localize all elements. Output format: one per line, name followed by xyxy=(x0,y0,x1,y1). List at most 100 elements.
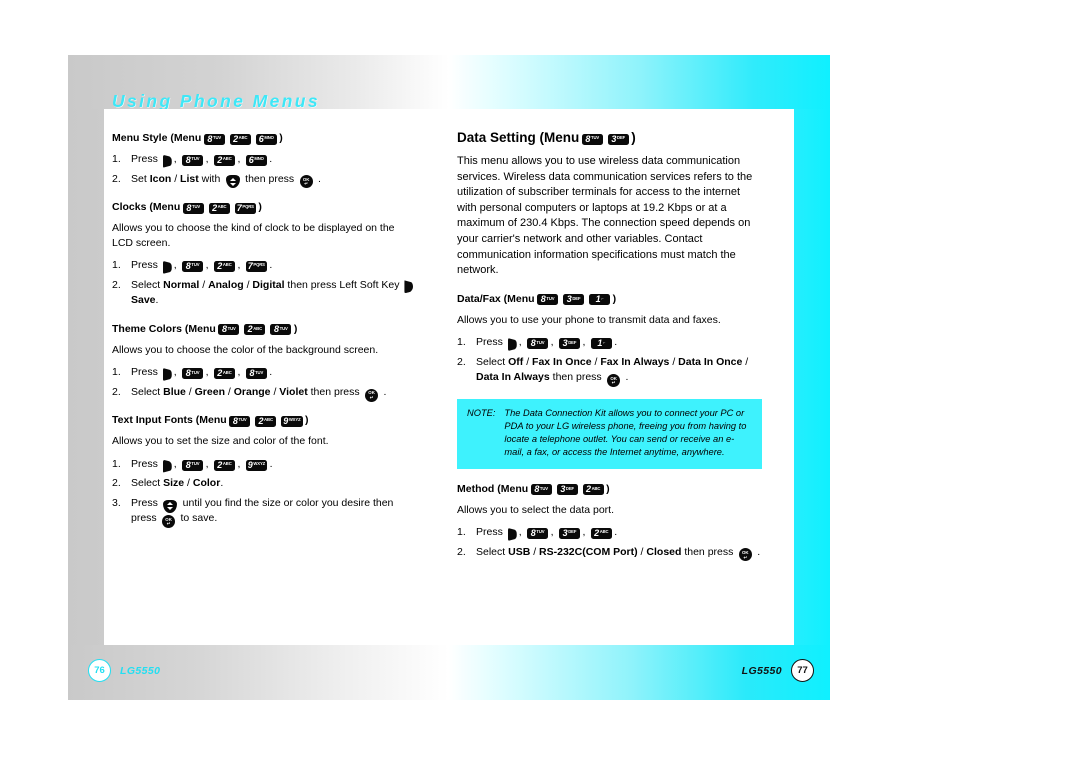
left-soft-key-icon xyxy=(162,260,172,274)
option-label: Digital xyxy=(252,278,285,291)
keypad-key-8-icon: 8 TUV xyxy=(203,133,225,145)
keypad-key-8-icon: 8 TUV xyxy=(530,484,552,496)
step-item: 1. Press , 8 TUV, 2 ABC, 6 MNO. xyxy=(112,152,417,168)
section-title-text-input-fonts: Text Input Fonts (Menu 8 TUV 2 ABC 9 WXYZ) xyxy=(112,414,309,427)
note-box: NOTE: The Data Connection Kit allows you … xyxy=(457,398,762,469)
step-text: Select Off / Fax In Once / Fax In Always… xyxy=(476,355,749,388)
keypad-key-3-icon: 3 DEF xyxy=(556,484,578,496)
step-number: 1. xyxy=(112,457,121,470)
step-number: 2. xyxy=(457,355,466,368)
keypad-key-8-icon: 8 TUV xyxy=(218,324,240,336)
step-text: Press , 8 TUV, 3 DEF, 2 ABC. xyxy=(476,525,762,541)
keypad-key-2-icon: 2 ABC xyxy=(229,133,251,145)
section-text-input-fonts: Text Input Fonts (Menu 8 TUV 2 ABC 9 WXYZ) All… xyxy=(112,413,417,529)
keypad-key-8-icon: 8 TUV xyxy=(182,202,204,214)
page-left-content-area: Menu Style (Menu 8 TUV 2 ABC 6 MNO) 1. Press , … xyxy=(104,109,449,645)
keypad-key-1-icon: 1 ⌐ xyxy=(589,294,611,306)
keypad-key-2-icon: 2 ABC xyxy=(213,368,235,379)
step-item: 1. Press , 8 TUV, 2 ABC, 9 WXYZ. xyxy=(112,457,417,473)
section-body-text-input-fonts: Allows you to set the size and color of … xyxy=(112,435,329,448)
step-text: Select Blue / Green / Orange / Violet th… xyxy=(131,385,387,402)
keypad-key-2-icon: 2 ABC xyxy=(582,484,604,496)
keypad-key-8-icon: 8 TUV xyxy=(182,459,204,471)
keypad-key-2-icon: 2 ABC xyxy=(213,459,235,471)
section-body-data-setting: This menu allows you to use wireless dat… xyxy=(457,155,753,277)
step-text: Press , 8 TUV, 2 ABC, 7 PQRS. xyxy=(131,258,417,274)
note-label: NOTE: xyxy=(467,407,496,418)
left-soft-key-icon xyxy=(507,338,517,352)
option-label: Fax In Once xyxy=(532,355,592,368)
page-right-content-area: Data Setting (Menu 8 TUV 3 DEF) This menu al… xyxy=(449,109,794,645)
option-label: Analog xyxy=(208,278,244,291)
left-soft-key-icon xyxy=(404,280,414,294)
section-title-clocks: Clocks (Menu 8 TUV 2 ABC 7 PQRS) xyxy=(112,201,262,214)
footer-right: LG5550 77 xyxy=(449,645,830,700)
option-label: Blue xyxy=(163,385,186,398)
step-number: 2. xyxy=(112,477,121,490)
step-item: 1. Press , 8 TUV, 2 ABC, 8 TUV. xyxy=(112,365,417,381)
ok-key-icon: OK ↵ xyxy=(162,515,176,529)
keypad-key-2-icon: 2 ABC xyxy=(244,324,266,336)
section-theme-colors: Theme Colors (Menu 8 TUV 2 ABC 8 TUV) Allows y… xyxy=(112,322,417,402)
header-band-right xyxy=(449,55,830,109)
keypad-key-2-icon: 2 ABC xyxy=(213,154,235,166)
keypad-key-8-icon: 8 TUV xyxy=(182,154,204,166)
keypad-key-8-icon: 8 TUV xyxy=(182,260,204,272)
option-label: Data In Once xyxy=(678,355,743,368)
option-label: Closed xyxy=(646,545,682,558)
step-number: 1. xyxy=(112,366,121,379)
keypad-key-2-icon: 2 ABC xyxy=(208,202,230,214)
section-clocks: Clocks (Menu 8 TUV 2 ABC 7 PQRS) Allows you to… xyxy=(112,200,417,309)
step-number: 2. xyxy=(112,278,121,291)
step-number: 1. xyxy=(112,153,121,165)
step-item: 1. Press , 8 TUV, 2 ABC, 7 PQRS. xyxy=(112,258,417,274)
section-body-clocks: Allows you to choose the kind of clock t… xyxy=(112,222,395,249)
step-item: 1. Press , 8 TUV, 3 DEF, 2 ABC. xyxy=(457,525,762,541)
option-label: Size xyxy=(163,477,185,490)
keypad-key-8-icon: 8 TUV xyxy=(527,338,549,350)
keypad-key-3-icon: 3 DEF xyxy=(558,527,580,539)
footer-left: 76 LG5550 xyxy=(68,645,449,700)
keypad-key-9-icon: 9 WXYZ xyxy=(245,459,268,471)
step-text: Set Icon / List with then press OK ↵ . xyxy=(131,172,321,189)
option-label: Icon xyxy=(149,172,172,185)
option-label: Violet xyxy=(279,385,308,398)
book-spread: Using Phone Menus Menu Style (Menu 8 TUV 2… xyxy=(68,55,830,700)
option-label: Fax In Always xyxy=(600,355,670,368)
step-item: 3. Press until you find the size or color… xyxy=(112,496,417,529)
ok-key-icon: OK ↵ xyxy=(738,548,752,562)
step-number: 2. xyxy=(112,385,121,398)
keypad-key-8-icon: 8 TUV xyxy=(537,294,559,306)
step-number: 1. xyxy=(112,259,121,272)
section-title-menu-style: Menu Style (Menu 8 TUV 2 ABC 6 MNO) xyxy=(112,132,283,145)
keypad-key-2-icon: 2 ABC xyxy=(255,415,277,427)
option-label: Color xyxy=(192,477,221,490)
option-label: Data In Always xyxy=(476,371,550,384)
step-item: 2. Set Icon / List with then press OK ↵ . xyxy=(112,172,417,189)
section-title-data-fax: Data/Fax (Menu 8 TUV 3 DEF 1 ⌐) xyxy=(457,292,617,306)
step-text: Press , 8 TUV, 2 ABC, 8 TUV. xyxy=(131,365,417,381)
keypad-key-6-icon: 6 MNO xyxy=(245,154,267,166)
up-down-navigation-key-icon xyxy=(163,499,178,513)
section-title-data-setting: Data Setting (Menu 8 TUV 3 DEF) xyxy=(457,130,636,145)
step-text: Press , 8 TUV, 2 ABC, 9 WXYZ. xyxy=(131,457,417,473)
step-item: 1. Press , 8 TUV, 3 DEF, 1 ⌐. xyxy=(457,335,762,352)
up-down-navigation-key-icon xyxy=(225,175,240,189)
ok-key-icon: OK ↵ xyxy=(607,374,621,388)
keypad-key-8-icon: 8 TUV xyxy=(270,324,292,336)
left-column: Menu Style (Menu 8 TUV 2 ABC 6 MNO) 1. Press , … xyxy=(112,131,417,540)
left-soft-key-icon xyxy=(507,527,517,541)
step-text: Select Size / Color. xyxy=(131,477,224,490)
page-number-right: 77 xyxy=(791,659,814,682)
keypad-key-8-icon: 8 TUV xyxy=(245,368,267,379)
step-number: 1. xyxy=(457,526,466,539)
step-number: 2. xyxy=(457,545,466,558)
ok-key-icon: OK ↵ xyxy=(299,175,313,189)
keypad-key-1-icon: 1 ⌐ xyxy=(590,338,612,350)
note-text: The Data Connection Kit allows you to co… xyxy=(504,407,747,458)
keypad-key-8-icon: 8 TUV xyxy=(182,368,204,379)
keypad-key-3-icon: 3 DEF xyxy=(607,133,629,145)
option-label: Normal xyxy=(163,278,200,291)
page-right: Data Setting (Menu 8 TUV 3 DEF) This menu al… xyxy=(449,55,830,700)
section-title-method: Method (Menu 8 TUV 3 DEF 2 ABC) xyxy=(457,482,610,496)
